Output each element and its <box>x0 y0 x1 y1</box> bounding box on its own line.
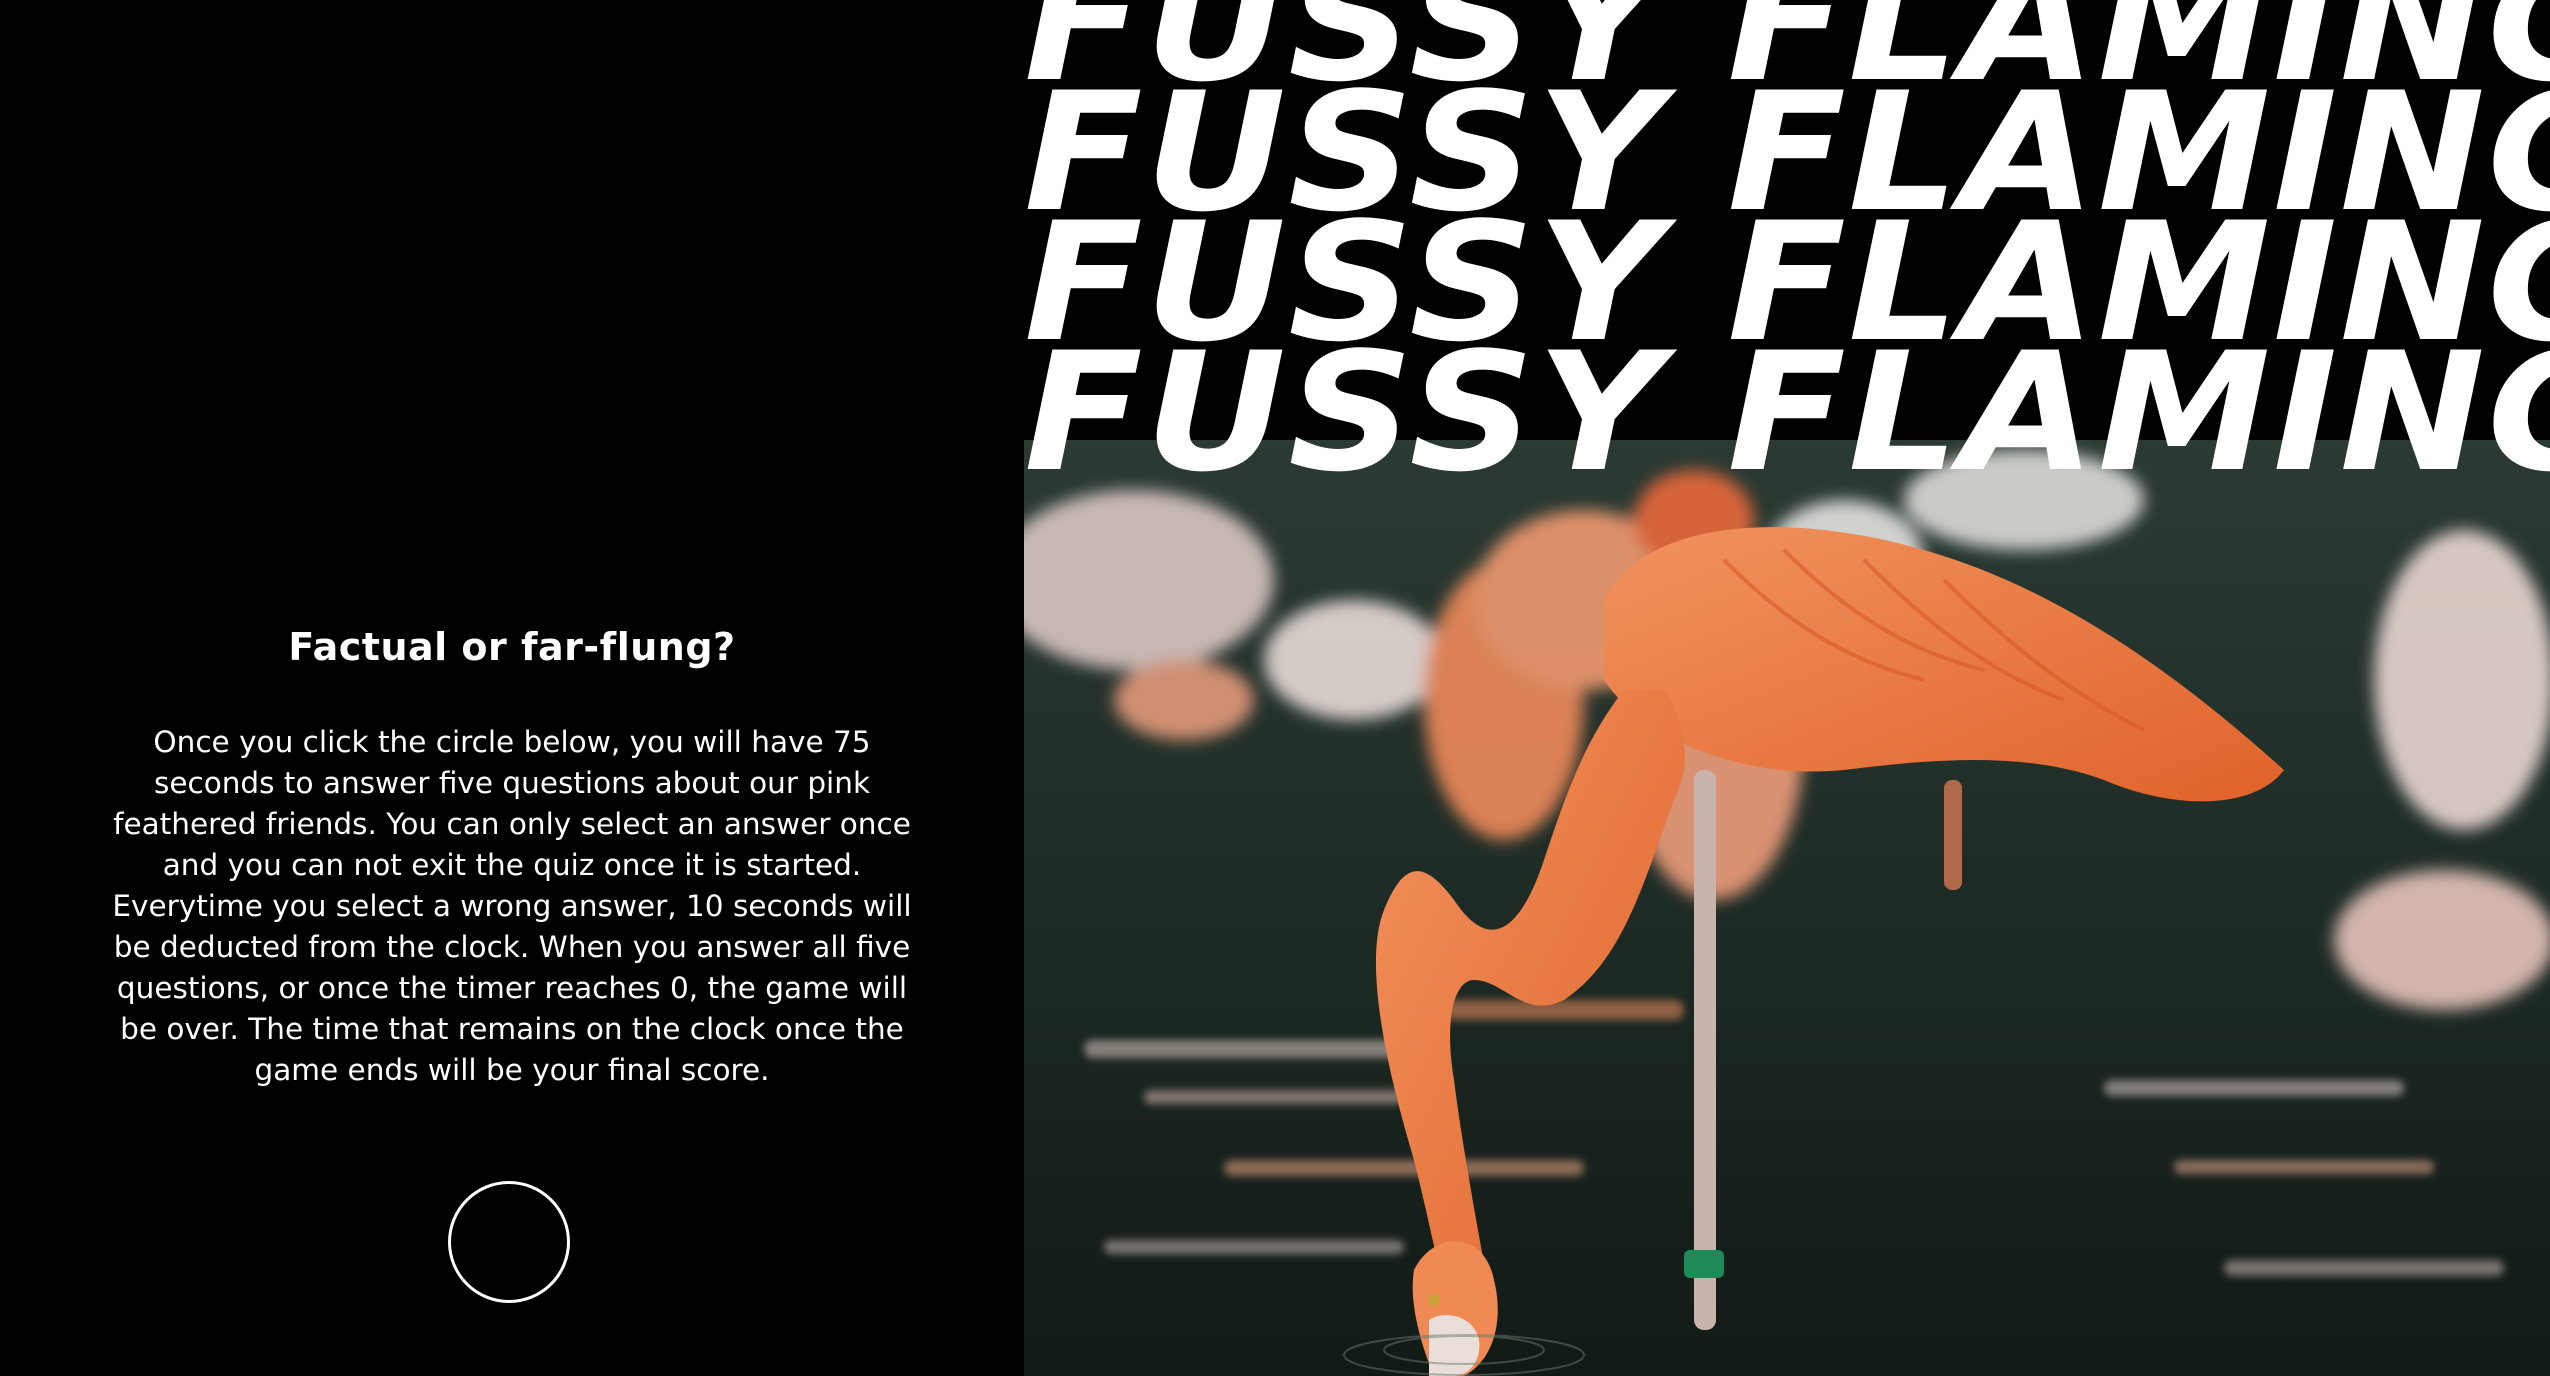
hero-panel: FUSSY FLAMINGO FUSSY FLAMINGO FUSSY FLAM… <box>1024 0 2550 1376</box>
hero-title-stack: FUSSY FLAMINGO FUSSY FLAMINGO FUSSY FLAM… <box>1024 0 2550 560</box>
intro-heading: Factual or far-flung? <box>288 625 736 669</box>
intro-description: Once you click the circle below, you wil… <box>112 725 912 1087</box>
flamingo-photo <box>1024 440 2550 1376</box>
hero-title-line: FUSSY FLAMINGO <box>1024 317 2550 508</box>
intro-panel: Factual or far-flung? Once you click the… <box>0 0 1024 1376</box>
start-quiz-button[interactable] <box>448 1181 570 1303</box>
